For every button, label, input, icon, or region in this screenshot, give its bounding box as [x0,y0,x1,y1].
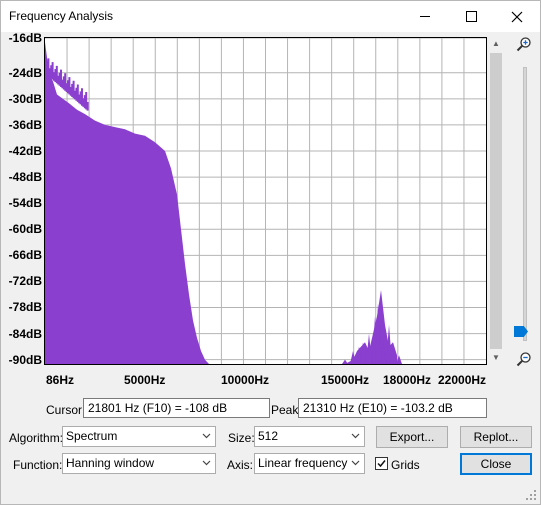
y-tick-label: -72dB [8,274,42,289]
y-tick-label: -66dB [8,248,42,263]
algorithm-select[interactable]: Spectrum [62,426,216,447]
scrollbar-thumb[interactable] [490,53,502,349]
axis-select[interactable]: Linear frequency [254,453,365,474]
chevron-down-icon [351,433,360,439]
y-tick-label: -48dB [8,170,42,185]
function-select[interactable]: Hanning window [62,453,216,474]
replot-button[interactable]: Replot... [460,426,532,448]
x-tick-label: 10000Hz [221,373,270,387]
chevron-down-icon [202,433,211,439]
algorithm-value: Spectrum [66,429,118,443]
grids-label: Grids [391,458,420,472]
title-bar[interactable]: Frequency Analysis [1,1,540,32]
close-icon [511,11,523,22]
maximize-button[interactable] [448,1,494,32]
size-label: Size: [228,431,255,445]
cursor-label: Cursor: [46,403,86,417]
spectrum-chart [45,38,486,364]
y-tick-label: -54dB [8,196,42,211]
magnifier-minus-icon[interactable] [516,351,532,367]
y-tick-label: -42dB [8,144,42,158]
chevron-down-icon [351,460,360,466]
x-tick-label: 15000Hz [321,373,370,387]
scroll-up-icon[interactable]: ▲ [488,37,504,51]
peak-readout: 21310 Hz (E10) = -103.2 dB [298,398,487,418]
y-tick-label: -78dB [8,300,42,315]
x-tick-label: 86Hz [46,373,75,387]
checkmark-icon [377,460,386,468]
resize-grip-icon[interactable] [525,489,537,501]
x-tick-label: 22000Hz [438,373,487,387]
close-window-button[interactable] [494,1,540,32]
y-tick-label: -30dB [8,91,42,106]
axis-value: Linear frequency [258,456,348,470]
grids-checkbox[interactable] [375,457,388,470]
maximize-icon [465,11,477,22]
close-button[interactable]: Close [460,453,532,475]
y-tick-label: -24dB [8,65,42,80]
size-select[interactable]: 512 [254,426,365,447]
cursor-readout: 21801 Hz (F10) = -108 dB [83,398,270,418]
axis-label: Axis: [227,458,254,472]
window-title: Frequency Analysis [9,9,114,23]
zoom-slider-track[interactable] [523,67,527,341]
y-tick-label: -36dB [8,117,42,132]
vertical-scrollbar[interactable]: ▲ ▼ [488,37,504,365]
chevron-down-icon [202,460,211,466]
minimize-icon [420,16,430,17]
minimize-button[interactable] [402,1,448,32]
y-tick-label: -60dB [8,222,42,237]
function-value: Hanning window [66,456,155,470]
scroll-down-icon[interactable]: ▼ [488,351,504,365]
algorithm-label: Algorithm: [9,431,64,445]
frequency-analysis-window: Frequency Analysis -16dB -24dB -30dB -36dB -… [0,0,541,505]
size-value: 512 [258,429,279,443]
x-tick-label: 5000Hz [124,373,166,387]
spectrum-plot[interactable] [44,37,487,365]
y-tick-label: -90dB [8,352,42,367]
y-tick-label: -16dB [8,31,42,45]
magnifier-plus-icon[interactable] [516,36,532,52]
x-tick-label: 18000Hz [383,373,432,387]
spectrum-peak [342,359,348,364]
zoom-control [511,31,537,371]
y-tick-label: -84dB [8,326,42,341]
export-button[interactable]: Export... [376,426,448,448]
function-label: Function: [13,458,63,472]
